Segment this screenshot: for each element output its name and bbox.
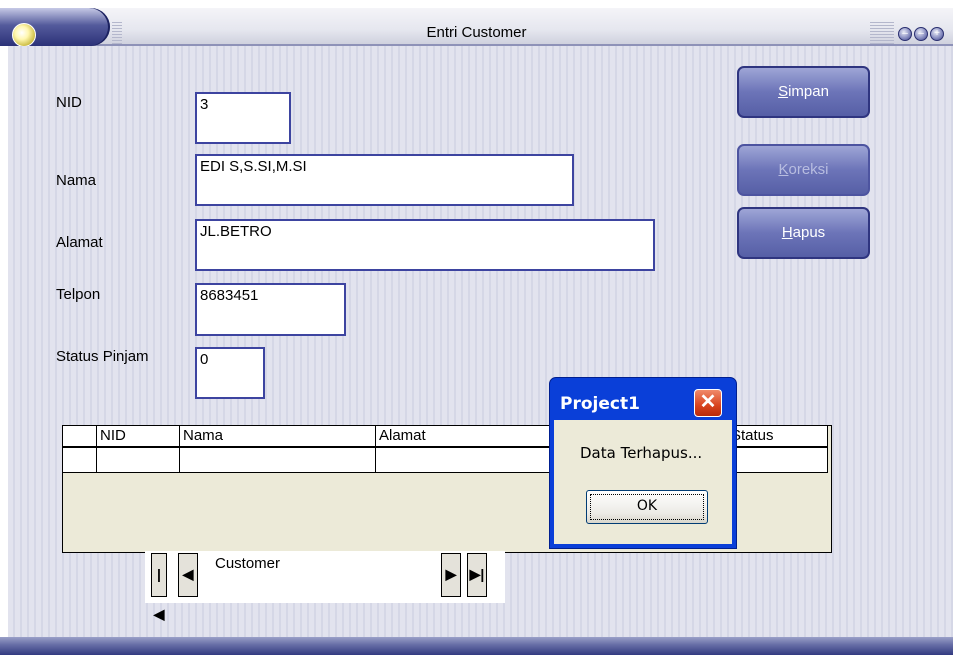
koreksi-label: oreksi — [788, 161, 829, 178]
grid-cell-nama[interactable] — [180, 448, 376, 473]
grid-header-nid[interactable]: NID — [97, 426, 180, 448]
grid-cell-nid[interactable] — [97, 448, 180, 473]
table-row[interactable] — [63, 448, 97, 473]
title-bar[interactable]: Entri Customer – – + — [0, 8, 953, 46]
grid-header-nama[interactable]: Nama — [180, 426, 376, 448]
status-pinjam-field[interactable]: 0 — [195, 347, 265, 399]
nama-label: Nama — [56, 172, 97, 189]
move-last-icon[interactable]: ▶| — [467, 553, 487, 597]
move-first-icon[interactable]: |◀ — [151, 553, 167, 622]
nama-field[interactable]: EDI S,S.SI,M.SI — [195, 154, 574, 206]
grid-cell-status[interactable] — [728, 448, 828, 473]
nid-field[interactable]: 3 — [195, 92, 291, 144]
grid-header-status[interactable]: Status — [728, 426, 828, 448]
focus-rect — [590, 494, 704, 520]
message-box-title: Project1 — [560, 394, 640, 414]
move-next-icon[interactable]: ▶ — [441, 553, 461, 597]
move-previous-icon[interactable]: ◀ — [178, 553, 198, 597]
simpan-accelerator: S — [778, 83, 789, 100]
maximize-icon[interactable]: + — [930, 27, 944, 41]
restore-icon[interactable]: – — [914, 27, 928, 41]
status-pinjam-label: Status Pinjam — [56, 348, 149, 365]
message-box: Project1 ✕ Data Terhapus... OK — [549, 377, 737, 549]
ok-button[interactable]: OK — [586, 490, 708, 524]
koreksi-accelerator: K — [778, 161, 789, 178]
hapus-accelerator: H — [781, 224, 793, 241]
grid-corner — [63, 426, 97, 448]
entri-customer-window: Entri Customer – – + NID 3 Nama EDI S,S.… — [0, 0, 953, 655]
simpan-button[interactable]: Simpan — [737, 66, 870, 118]
minimize-icon[interactable]: – — [898, 27, 912, 41]
window-menu-orb[interactable] — [0, 8, 110, 47]
title-grip-right — [870, 22, 894, 46]
close-icon[interactable]: ✕ — [694, 389, 722, 417]
hapus-label: apus — [792, 224, 826, 241]
window-light-icon — [12, 23, 36, 47]
alamat-label: Alamat — [56, 234, 103, 251]
window-title: Entri Customer — [426, 24, 527, 41]
data-navigator: |◀ ◀ Customer ▶ ▶| — [145, 551, 505, 622]
koreksi-button[interactable]: Koreksi — [737, 144, 870, 196]
telpon-label: Telpon — [56, 286, 101, 303]
simpan-label: impan — [788, 83, 829, 100]
nid-label: NID — [56, 94, 82, 111]
alamat-field[interactable]: JL.BETRO — [195, 219, 655, 271]
window-bottom-border — [0, 637, 953, 655]
hapus-button[interactable]: Hapus — [737, 207, 870, 259]
telpon-field[interactable]: 8683451 — [195, 283, 346, 336]
message-box-client: Data Terhapus... OK — [554, 420, 732, 544]
message-text: Data Terhapus... — [580, 444, 703, 462]
navigator-caption: Customer — [215, 555, 281, 572]
